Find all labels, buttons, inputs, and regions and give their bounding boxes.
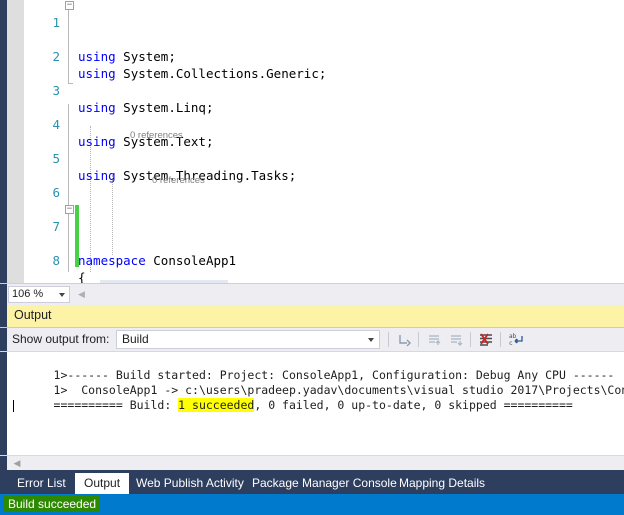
scroll-left-icon[interactable]: ◀ <box>10 456 24 470</box>
tab-error-list[interactable]: Error List <box>8 473 75 494</box>
svg-text:ab: ab <box>509 333 517 340</box>
namespace-name: ConsoleApp1 <box>153 253 237 268</box>
code-line[interactable]: 7 namespace ConsoleApp1 <box>24 201 624 268</box>
line-number: 8 <box>52 253 60 268</box>
window-edge-strip <box>0 284 7 306</box>
output-source-value: Build <box>122 332 149 346</box>
code-line[interactable]: 8 { <box>24 235 624 283</box>
tab-output[interactable]: Output <box>75 473 130 494</box>
window-edge-strip <box>0 456 7 470</box>
chevron-down-icon[interactable] <box>59 293 65 297</box>
code-line[interactable]: 2 using System.Collections.Generic; <box>24 31 624 81</box>
window-edge-strip <box>0 328 7 351</box>
scroll-left-icon[interactable]: ◀ <box>74 286 89 303</box>
output-line: ========== Build: 1 succeeded, 0 failed,… <box>12 383 573 428</box>
tab-mapping-details[interactable]: Mapping Details <box>390 473 494 494</box>
code-line[interactable]: 1 using System; <box>24 0 624 64</box>
code-text: namespace ConsoleApp1 <box>78 252 236 269</box>
clear-all-icon[interactable] <box>478 331 495 348</box>
line-number: 6 <box>52 185 60 200</box>
line-number: 3 <box>52 83 60 98</box>
code-line[interactable]: 3 using System.Linq; <box>24 65 624 115</box>
code-text: using System; <box>78 48 176 65</box>
editor-indicator-margin[interactable] <box>7 0 25 283</box>
tab-label: Package Manager Console <box>252 476 397 490</box>
output-summary-suffix: , 0 failed, 0 up-to-date, 0 skipped ====… <box>254 398 573 412</box>
using-target: System; <box>123 49 176 64</box>
jump-to-previous-message-icon[interactable] <box>396 331 413 348</box>
toolbar-separator <box>500 332 501 347</box>
status-message: Build succeeded <box>4 496 101 512</box>
toolbar-separator <box>388 332 389 347</box>
chevron-down-icon[interactable] <box>368 338 374 342</box>
code-line[interactable]: 5 using System.Threading.Tasks; <box>24 133 624 183</box>
zoom-level-combo[interactable]: 106 % <box>8 286 70 303</box>
toolbar-separator <box>418 332 419 347</box>
output-source-select[interactable]: Build <box>116 330 380 349</box>
output-horizontal-scrollbar[interactable]: ◀ <box>0 455 624 470</box>
code-line[interactable]: 4 using System.Text; <box>24 99 624 149</box>
editor-footer-bar: 106 % ◀ <box>0 283 624 306</box>
output-tool-window[interactable]: Output Show output from: Build ab c 1>--… <box>0 305 624 470</box>
code-editor-pane[interactable]: 1 using System; 2 using System.Collectio… <box>0 0 624 283</box>
fold-toggle-icon[interactable] <box>65 205 74 214</box>
keyword-namespace: namespace <box>78 253 146 268</box>
line-number: 1 <box>52 15 60 30</box>
status-bar: Build succeeded <box>0 494 624 515</box>
fold-toggle-icon[interactable] <box>65 1 74 10</box>
tab-web-publish-activity[interactable]: Web Publish Activity <box>127 473 253 494</box>
window-edge-strip <box>0 305 7 327</box>
code-text: { <box>78 269 86 283</box>
toolbar-separator <box>470 332 471 347</box>
window-edge-strip <box>0 352 7 455</box>
output-window-title: Output <box>14 308 52 322</box>
output-text-caret <box>13 400 14 412</box>
line-number: 7 <box>52 219 60 234</box>
output-succeeded-highlight: 1 succeeded <box>178 398 255 412</box>
line-number: 2 <box>52 49 60 64</box>
code-line[interactable]: 6 <box>24 167 624 200</box>
tab-label: Mapping Details <box>399 476 486 490</box>
tab-label: Output <box>84 476 121 490</box>
toggle-word-wrap-icon[interactable]: ab c <box>508 331 525 348</box>
go-to-previous-icon[interactable] <box>426 331 443 348</box>
tab-package-manager-console[interactable]: Package Manager Console <box>243 473 406 494</box>
tab-label: Error List <box>17 476 66 490</box>
output-text-area[interactable]: 1>------ Build started: Project: Console… <box>0 352 624 455</box>
zoom-level-value: 106 % <box>12 288 44 300</box>
editor-horizontal-scrollbar[interactable]: ◀ <box>74 286 624 303</box>
line-number: 5 <box>52 151 60 166</box>
tab-label: Web Publish Activity <box>136 476 244 490</box>
keyword-using: using <box>78 49 116 64</box>
go-to-next-icon[interactable] <box>448 331 465 348</box>
svg-text:c: c <box>509 340 513 347</box>
brace: { <box>78 270 86 283</box>
codelens-references-class[interactable]: 0 references <box>130 129 183 142</box>
code-text-area[interactable]: 1 using System; 2 using System.Collectio… <box>24 0 624 283</box>
output-toolbar[interactable]: Show output from: Build ab c <box>0 328 624 352</box>
codelens-references-method[interactable]: 0 references <box>152 174 205 187</box>
line-number: 4 <box>52 117 60 132</box>
output-title-bar[interactable]: Output <box>0 305 624 328</box>
window-edge-strip <box>0 0 7 283</box>
output-summary-prefix: ========== Build: <box>53 398 179 412</box>
show-output-from-label: Show output from: <box>12 332 110 346</box>
tool-window-tab-strip[interactable]: Error List Output Web Publish Activity P… <box>0 470 624 494</box>
